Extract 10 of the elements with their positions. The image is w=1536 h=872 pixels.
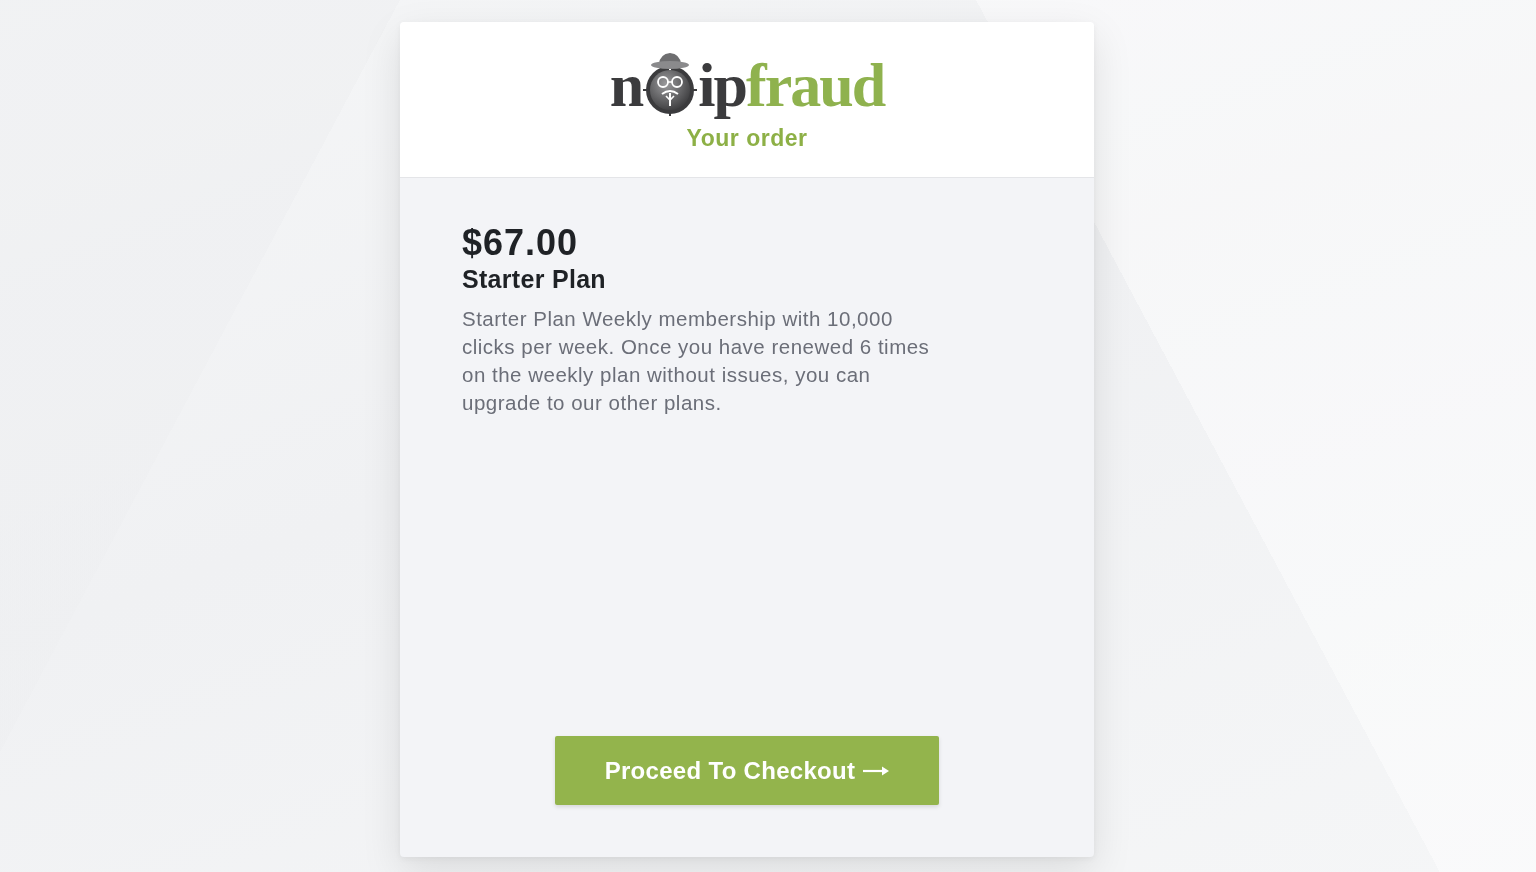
detective-emblem-icon — [643, 52, 698, 116]
page-title: Your order — [686, 124, 808, 152]
plan-name: Starter Plan — [462, 264, 607, 294]
plan-description: Starter Plan Weekly membership with 10,000 clicks per week. Once you have renewed 6 times on the weekly plan without issues, you can upgrade to our other plans. — [462, 306, 931, 416]
price-text: $67.00 — [462, 222, 580, 264]
arrow-right-icon — [863, 765, 890, 776]
logo-text: ip — [698, 58, 747, 118]
logo-text: fraud — [746, 58, 885, 118]
logo-text: n — [609, 58, 643, 118]
checkout-button[interactable]: Proceed To Checkout — [555, 736, 939, 805]
